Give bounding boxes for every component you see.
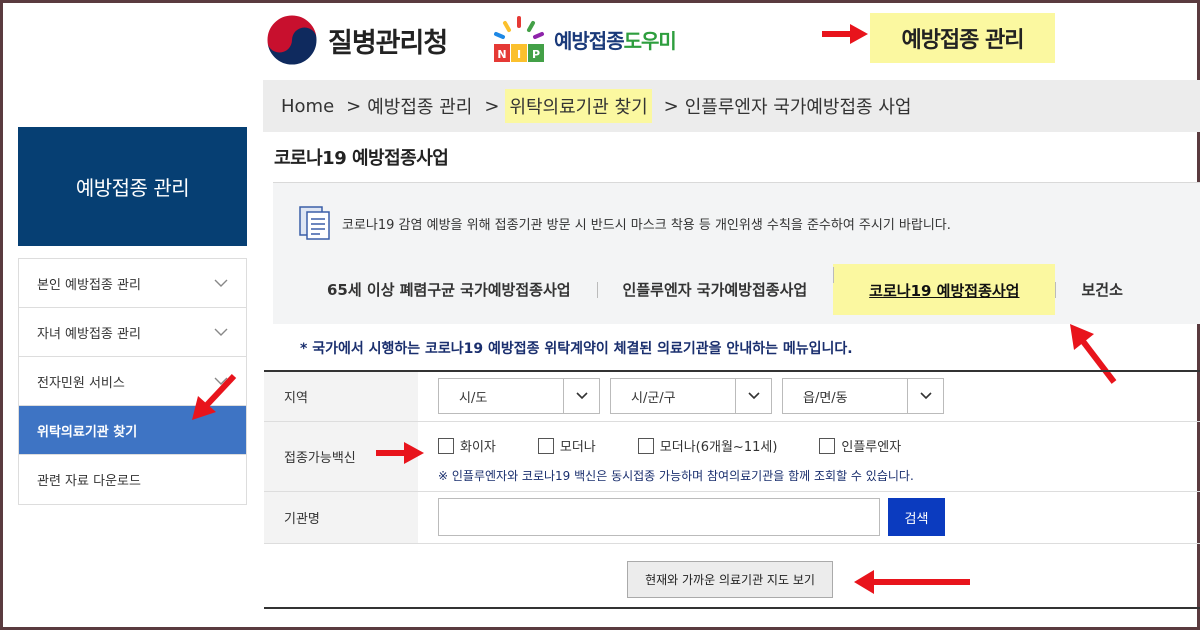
nip-name: 예방접종도우미 [554,25,677,54]
chevron-down-icon [735,378,771,414]
nip-letter-i: I [517,48,521,61]
checkbox-moderna-child[interactable]: 모더나(6개월~11세) [637,436,778,455]
checkbox-box[interactable] [637,437,654,454]
header-highlight-title: 예방접종 관리 [870,13,1055,63]
breadcrumb-home[interactable]: Home [281,96,334,117]
breadcrumb-find-clinic[interactable]: 위탁의료기관 찾기 [505,89,652,123]
vaccine-checkboxes: 화이자 모더나 모더나(6개월~11세) 인플루엔자 [438,428,1180,455]
chevron-down-icon [907,378,943,414]
breadcrumb-vaccination[interactable]: 예방접종 관리 [367,93,472,119]
red-arrow-icon [376,442,424,464]
checkbox-pfizer[interactable]: 화이자 [438,436,496,455]
name-field: 검색 [418,492,1200,543]
red-arrow-icon [854,570,970,594]
sidebar-item-label: 전자민원 서비스 [37,375,125,391]
info-text: * 국가에서 시행하는 코로나19 예방접종 위탁계약이 체결된 의료기관을 안… [300,341,853,357]
notice-box: 코로나19 감염 예방을 위해 접종기관 방문 시 반드시 마스크 착용 등 개… [273,182,1200,324]
checkbox-pfizer-label: 화이자 [460,440,496,455]
chevron-down-icon [214,279,228,287]
nip-name-a: 예방접종 [554,28,625,53]
name-label: 기관명 [264,492,418,543]
red-arrow-icon [822,24,868,44]
sidebar-item-label: 본인 예방접종 관리 [37,277,141,293]
sigungu-select[interactable]: 시/군/구 [610,378,772,414]
breadcrumb-separator: > [346,95,362,117]
checkbox-moderna-label: 모더나 [559,440,596,455]
checkbox-box[interactable] [537,437,554,454]
region-row: 지역 시/도 시/군/구 읍/면/동 [264,372,1200,422]
sidebar-item-downloads[interactable]: 관련 자료 다운로드 [19,455,246,504]
nearby-map-button[interactable]: 현재와 가까운 의료기관 지도 보기 [627,561,833,598]
nip-letter-n: N [497,48,506,61]
program-tabs: 65세 이상 폐렴구균 국가예방접종사업 인플루엔자 국가예방접종사업 코로나1… [273,263,1200,315]
sidebar-item-label: 위탁의료기관 찾기 [37,424,138,440]
sidebar-item-label: 자녀 예방접종 관리 [37,326,141,342]
chevron-down-icon [563,378,599,414]
sidebar-title: 예방접종 관리 [18,127,247,246]
tab-pneumococcal[interactable]: 65세 이상 폐렴구균 국가예방접종사업 [273,279,597,300]
region-field: 시/도 시/군/구 읍/면/동 [418,372,1200,421]
notice-text: 코로나19 감염 예방을 위해 접종기관 방문 시 반드시 마스크 착용 등 개… [342,217,951,233]
tab-health-center[interactable]: 보건소 [1055,279,1148,300]
eupmyeondong-select-value: 읍/면/동 [803,390,848,406]
vaccine-note: ※ 인플루엔자와 코로나19 백신은 동시접종 가능하며 참여의료기관을 함께 … [438,469,914,483]
nip-logo[interactable]: N I P 예방접종도우미 [490,14,677,64]
notice-line: 코로나19 감염 예방을 위해 접종기관 방문 시 반드시 마스크 착용 등 개… [298,205,951,241]
checkbox-moderna[interactable]: 모더나 [537,436,596,455]
name-row: 기관명 검색 [264,492,1200,544]
sido-select-value: 시/도 [459,390,488,406]
checkbox-influenza-label: 인플루엔자 [841,440,902,455]
region-selects: 시/도 시/군/구 읍/면/동 [438,378,1180,414]
sidebar-item-child-vaccination[interactable]: 자녀 예방접종 관리 [19,308,246,357]
chevron-down-icon [214,328,228,336]
nip-letter-p: P [532,48,540,61]
region-label: 지역 [264,372,418,421]
nip-name-b: 도우미 [623,28,677,53]
tab-covid19[interactable]: 코로나19 예방접종사업 [833,263,1056,315]
kdca-name: 질병관리청 [328,27,448,59]
checkbox-box[interactable] [819,437,836,454]
tab-influenza[interactable]: 인플루엔자 국가예방접종사업 [596,279,834,300]
checkbox-box[interactable] [438,437,454,454]
breadcrumb-separator: > [484,95,500,117]
kdca-logo[interactable]: 질병관리청 [266,14,448,66]
sido-select[interactable]: 시/도 [438,378,600,414]
document-icon [299,206,330,240]
sidebar-item-my-vaccination[interactable]: 본인 예방접종 관리 [19,259,246,308]
form-bottom-border [264,607,1200,609]
clinic-name-input[interactable] [438,498,880,536]
sigungu-select-value: 시/군/구 [631,390,676,406]
eupmyeondong-select[interactable]: 읍/면/동 [782,378,944,414]
red-arrow-icon [192,373,237,420]
checkbox-moderna-child-label: 모더나(6개월~11세) [659,440,778,455]
breadcrumb-separator: > [663,95,679,117]
breadcrumb: Home > 예방접종 관리 > 위탁의료기관 찾기 > 인플루엔자 국가예방접… [263,80,1200,132]
checkbox-influenza[interactable]: 인플루엔자 [819,436,901,455]
breadcrumb-influenza[interactable]: 인플루엔자 국가예방접종 사업 [685,93,912,119]
sidebar-item-label: 관련 자료 다운로드 [37,474,141,489]
page-title: 코로나19 예방접종사업 [274,148,449,169]
name-search-group: 검색 [438,498,1180,536]
vaccine-field: 화이자 모더나 모더나(6개월~11세) 인플루엔자 ※ 인플루엔자와 코로나1… [418,422,1200,491]
nip-sun-icon: N I P [494,16,544,62]
taegeuk-icon [266,14,318,66]
search-button[interactable]: 검색 [888,498,945,536]
